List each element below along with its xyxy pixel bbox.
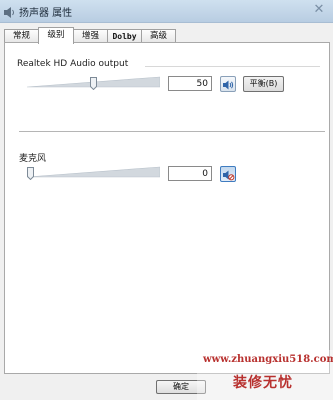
microphone-volume-track[interactable] [27, 166, 160, 178]
tab-general[interactable]: 常规 [4, 29, 39, 43]
window-title: 扬声器 属性 [19, 8, 73, 19]
tab-dolby[interactable]: Dolby [107, 29, 142, 43]
watermark: www.zhuangxiu518.com 装修无忧 [197, 350, 333, 400]
levels-panel: Realtek HD Audio output 50 平衡(B) 麦克风 0 [4, 42, 330, 374]
speaker-properties-window: 扬声器 属性 ✕ 常规 级别 增强 Dolby 高级 Realtek HD Au… [0, 0, 333, 400]
output-mute-button[interactable] [220, 76, 236, 92]
speaker-icon [3, 4, 16, 18]
group-divider [145, 66, 320, 67]
output-volume-value[interactable]: 50 [168, 76, 212, 91]
tab-advanced[interactable]: 高级 [141, 29, 176, 43]
tab-enhancements[interactable]: 增强 [73, 29, 108, 43]
microphone-mute-button[interactable] [220, 166, 236, 182]
title-bar[interactable]: 扬声器 属性 ✕ [0, 0, 333, 23]
microphone-volume-slider-thumb[interactable] [27, 165, 34, 181]
speaker-muted-icon [223, 170, 235, 181]
microphone-volume-value[interactable]: 0 [168, 166, 212, 181]
speaker-volume-icon [223, 80, 234, 90]
watermark-url: www.zhuangxiu518.com [203, 354, 333, 365]
tab-strip: 常规 级别 增强 Dolby 高级 [4, 27, 329, 44]
output-volume-slider-thumb[interactable] [90, 75, 97, 91]
section-divider [19, 131, 325, 133]
balance-button[interactable]: 平衡(B) [243, 76, 284, 92]
microphone-label: 麦克风 [19, 154, 47, 164]
output-device-label: Realtek HD Audio output [17, 59, 129, 69]
close-icon[interactable]: ✕ [311, 2, 327, 18]
tab-levels[interactable]: 级别 [38, 27, 74, 44]
watermark-name: 装修无忧 [233, 375, 293, 391]
